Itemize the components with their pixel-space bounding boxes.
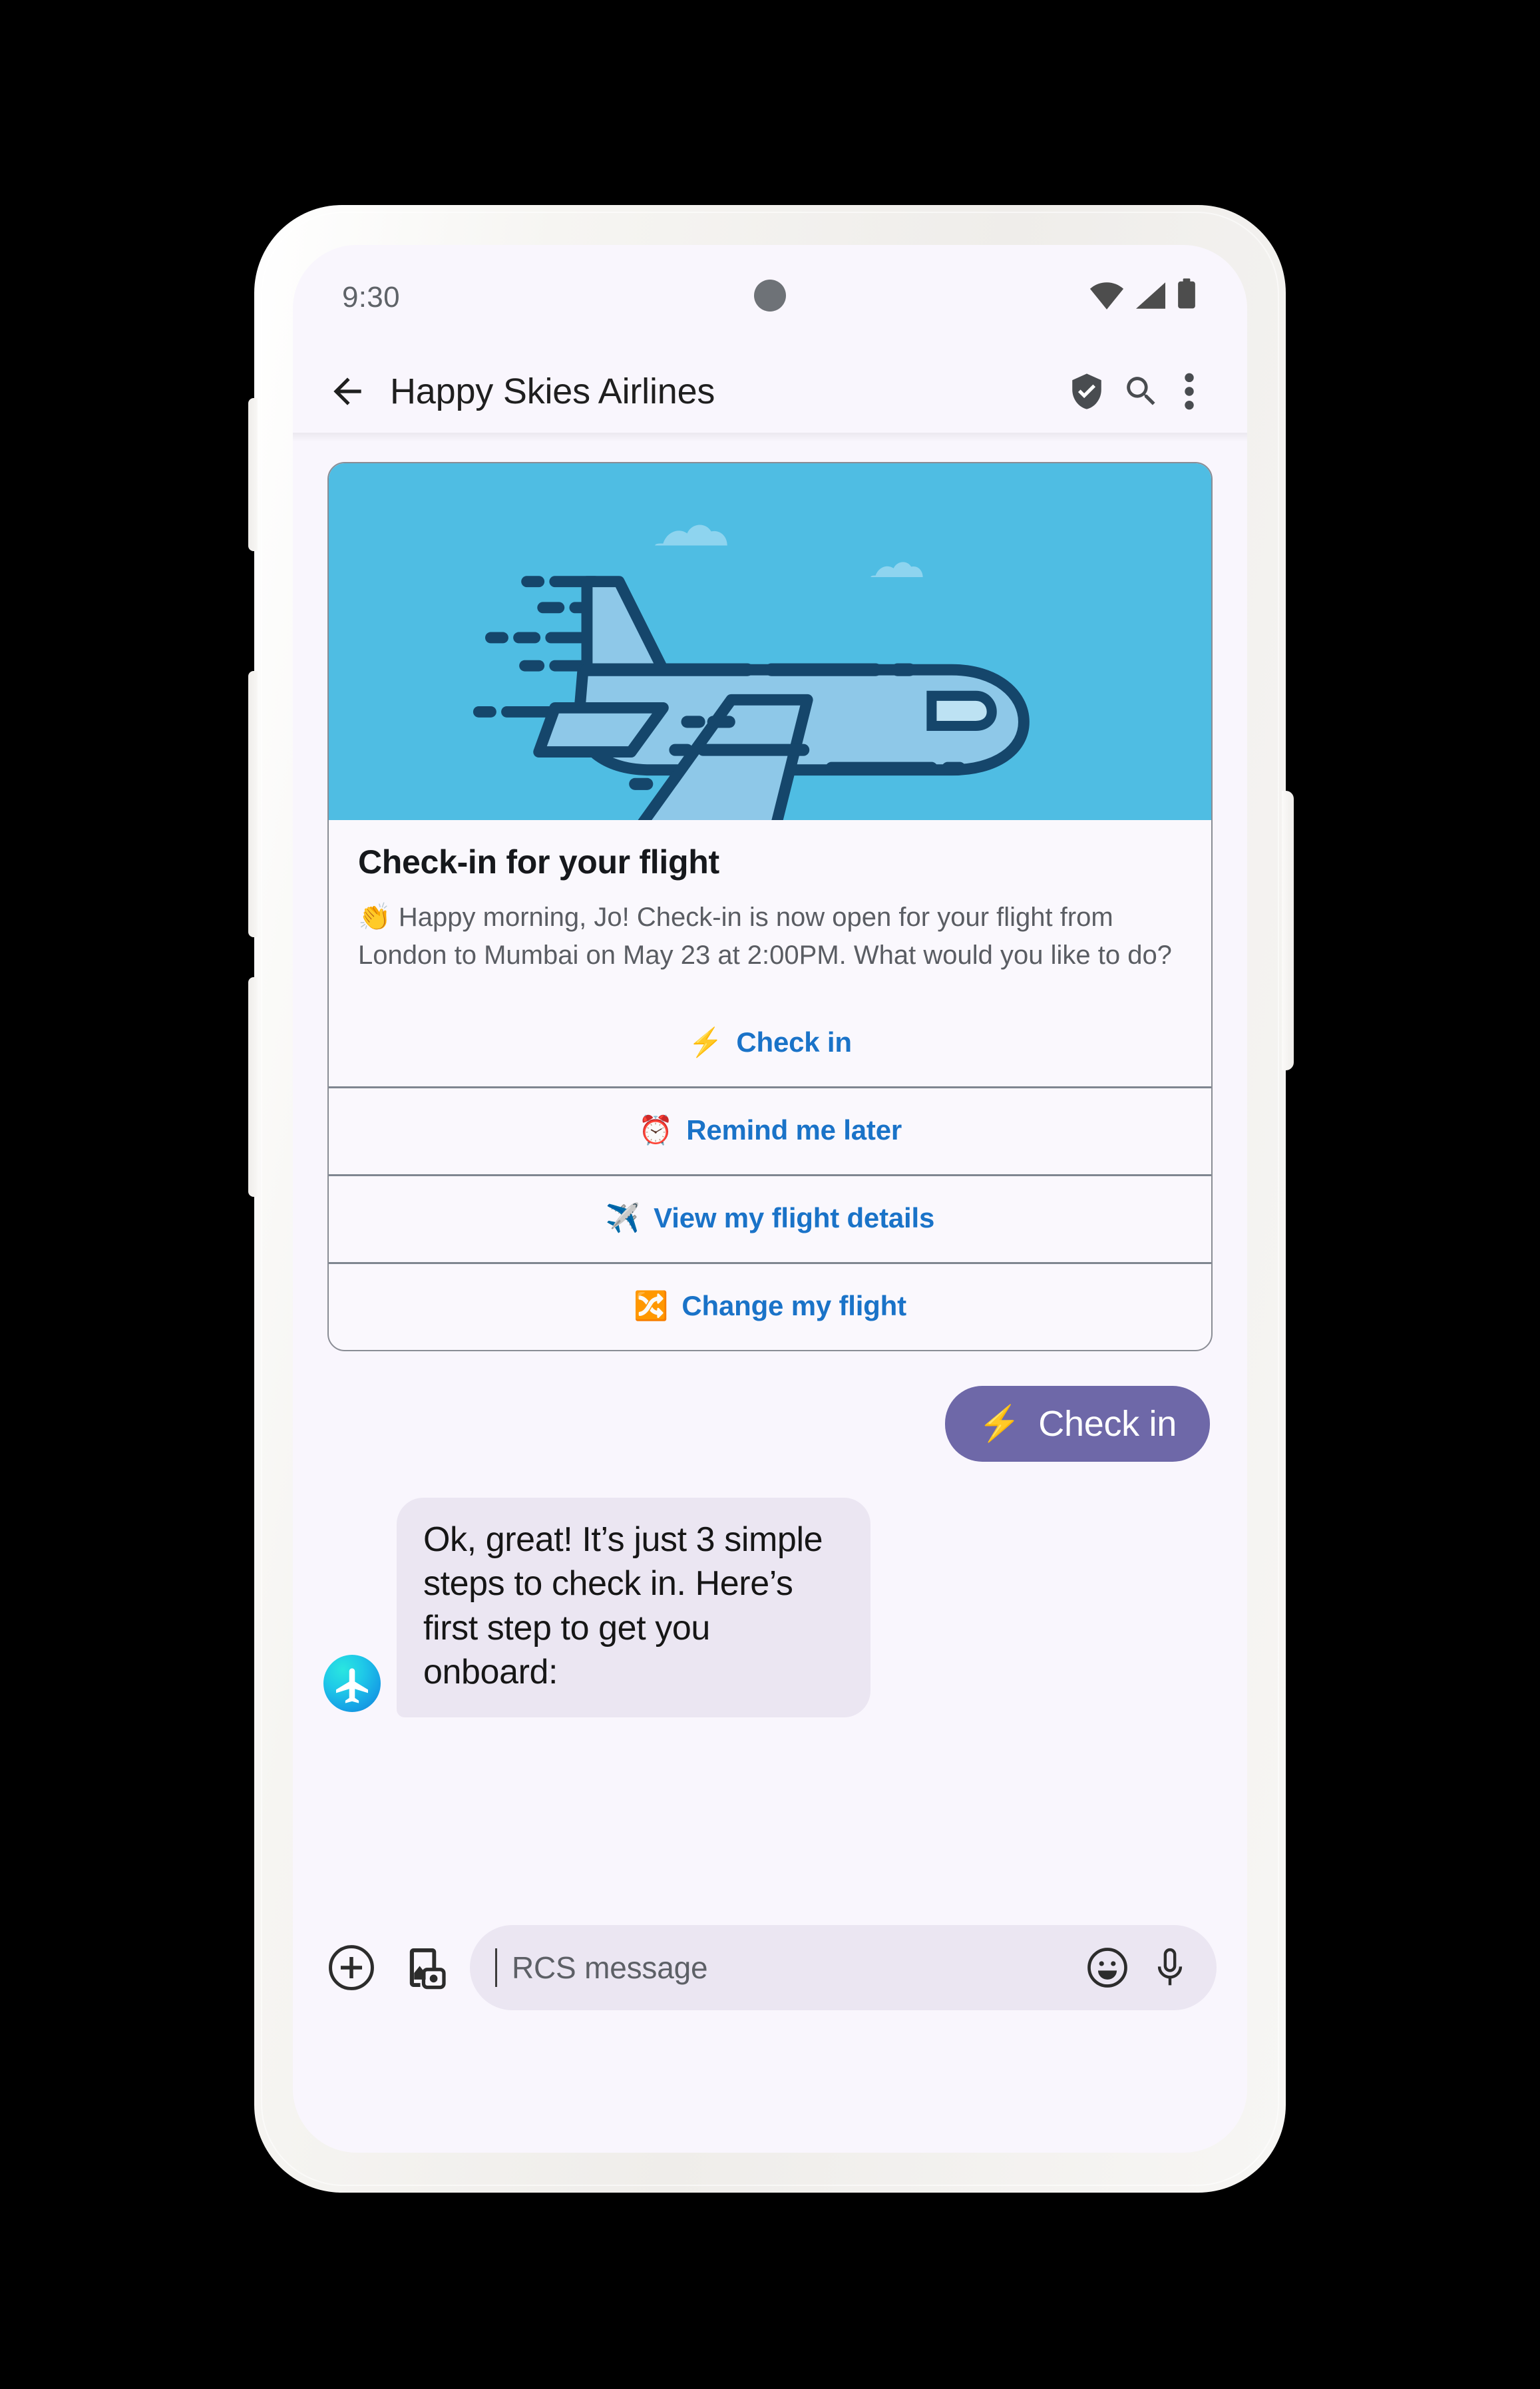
- back-button[interactable]: [322, 366, 373, 417]
- card-description: 👏 Happy morning, Jo! Check-in is now ope…: [358, 903, 1172, 970]
- received-message-row: Ok, great! It’s just 3 simple steps to c…: [293, 1462, 1247, 1717]
- sent-message-bubble[interactable]: ⚡ Check in: [944, 1385, 1210, 1462]
- received-message-bubble: Ok, great! It’s just 3 simple steps to c…: [397, 1497, 870, 1717]
- overflow-menu-button[interactable]: [1169, 364, 1210, 419]
- card-body: Check-in for your flight 👏 Happy morning…: [329, 820, 1211, 981]
- phone-side-button-top[interactable]: [248, 398, 258, 551]
- emoji-button[interactable]: [1083, 1944, 1131, 1992]
- card-action-view-flight-details[interactable]: ✈️ View my flight details: [329, 1174, 1211, 1262]
- card-action-check-in[interactable]: ⚡ Check in: [329, 998, 1211, 1086]
- sent-message-text: Check in: [1038, 1403, 1177, 1444]
- airplane-icon: ✈️: [605, 1201, 641, 1233]
- card-title: Check-in for your flight: [358, 843, 719, 881]
- plus-circle-icon: [327, 1943, 376, 1992]
- message-input-placeholder: RCS message: [512, 1950, 708, 1985]
- more-vertical-icon: [1181, 371, 1197, 412]
- verified-business-button[interactable]: [1059, 364, 1114, 419]
- status-bar-time: 9:30: [342, 281, 400, 314]
- status-bar-icons: [1089, 278, 1197, 310]
- card-actions: ⚡ Check in ⏰ Remind me later ✈️ View my …: [329, 998, 1211, 1350]
- voice-input-button[interactable]: [1146, 1944, 1194, 1992]
- app-bar: Happy Skies Airlines: [293, 341, 1247, 442]
- sent-message-row: ⚡ Check in: [293, 1351, 1247, 1462]
- battery-icon: [1177, 278, 1197, 310]
- phone-side-button-bottom[interactable]: [248, 977, 258, 1197]
- page-title: Happy Skies Airlines: [390, 371, 715, 411]
- front-camera-punch-hole: [754, 280, 786, 312]
- shuffle-icon: 🔀: [634, 1289, 669, 1321]
- rich-card: Check-in for your flight 👏 Happy morning…: [327, 462, 1213, 1351]
- avatar: [323, 1654, 381, 1712]
- status-bar: 9:30: [293, 245, 1247, 341]
- conversation-thread: Check-in for your flight 👏 Happy morning…: [293, 442, 1247, 1994]
- back-arrow-icon: [327, 371, 368, 412]
- cellular-signal-icon: [1134, 281, 1167, 310]
- text-cursor: [495, 1948, 497, 1987]
- card-action-remind-me-later[interactable]: ⏰ Remind me later: [329, 1086, 1211, 1174]
- search-button[interactable]: [1114, 364, 1169, 419]
- card-media: [329, 463, 1211, 820]
- search-icon: [1122, 372, 1161, 411]
- alarm-clock-icon: ⏰: [638, 1114, 674, 1146]
- message-input[interactable]: RCS message: [470, 1925, 1217, 2010]
- card-action-label: Check in: [736, 1026, 852, 1058]
- compose-bar: RCS message: [293, 1910, 1247, 2025]
- microphone-icon: [1150, 1946, 1190, 1990]
- emoji-face-icon: [1085, 1946, 1129, 1990]
- gallery-camera-icon: [400, 1943, 449, 1992]
- card-action-change-my-flight[interactable]: 🔀 Change my flight: [329, 1261, 1211, 1350]
- high-voltage-icon: ⚡: [688, 1026, 723, 1058]
- phone-power-button[interactable]: [1282, 791, 1294, 1070]
- high-voltage-icon: ⚡: [978, 1404, 1022, 1443]
- verified-shield-icon: [1067, 372, 1106, 411]
- card-action-label: Change my flight: [681, 1289, 906, 1321]
- phone-screen: 9:30 Happy Skies Airlines Check-in for y…: [293, 245, 1247, 2153]
- card-action-label: View my flight details: [654, 1201, 935, 1233]
- gallery-button[interactable]: [397, 1940, 453, 1996]
- card-action-label: Remind me later: [686, 1114, 902, 1146]
- add-attachment-button[interactable]: [323, 1940, 379, 1996]
- airline-avatar-icon: [331, 1662, 373, 1705]
- phone-side-button-middle[interactable]: [248, 671, 258, 937]
- wifi-icon: [1089, 281, 1125, 310]
- screenshot-stage: 9:30 Happy Skies Airlines Check-in for y…: [0, 0, 1540, 2389]
